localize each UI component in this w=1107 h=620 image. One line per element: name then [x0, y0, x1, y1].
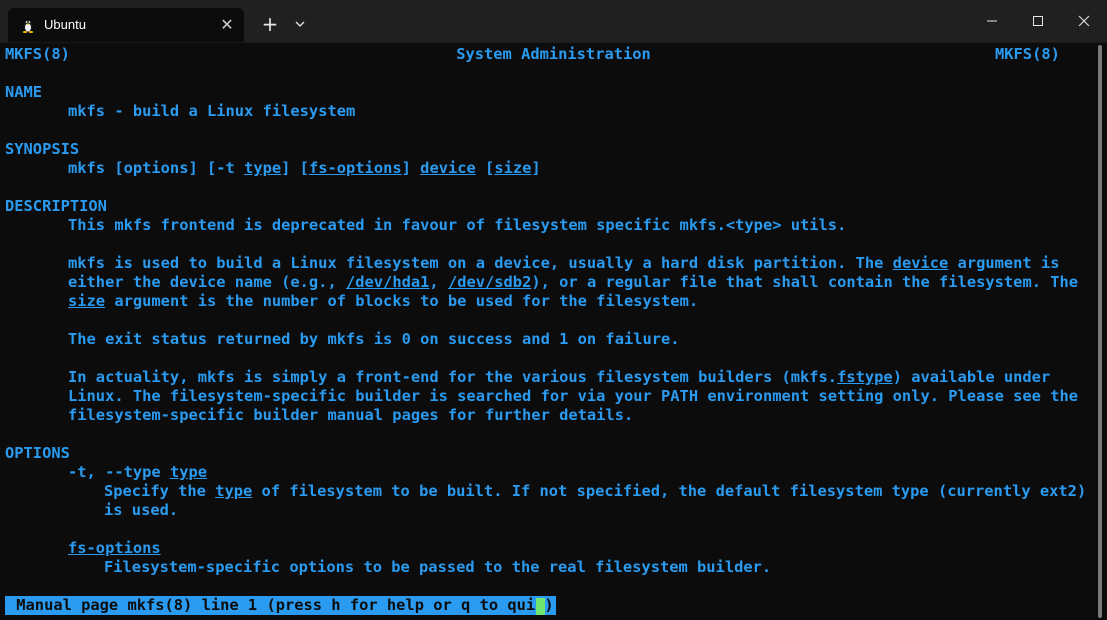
tab-close-button[interactable]: ✕ [216, 14, 238, 36]
description-p2-line2: either the device name (e.g., /dev/hda1,… [68, 273, 1079, 291]
vertical-scrollbar[interactable] [1093, 43, 1107, 620]
description-p2-line1: mkfs is used to build a Linux filesystem… [68, 254, 1060, 272]
description-p1: This mkfs frontend is deprecated in favo… [68, 216, 847, 234]
close-icon [1078, 15, 1090, 27]
linux-penguin-icon [22, 20, 34, 33]
option-type-flag: -t, --type type [68, 463, 208, 481]
section-heading-synopsis: SYNOPSIS [5, 140, 80, 158]
new-tab-button[interactable]: + [259, 13, 281, 35]
tab-title: Ubuntu [44, 17, 86, 32]
description-p2-line3: size argument is the number of blocks to… [68, 292, 699, 310]
option-type-desc-line1: Specify the type of filesystem to be bui… [104, 482, 1087, 500]
option-fs-options: fs-options [68, 539, 161, 557]
maximize-button[interactable] [1015, 0, 1061, 42]
section-heading-name: NAME [5, 83, 43, 101]
tab-dropdown-button[interactable] [290, 14, 310, 34]
scrollbar-thumb[interactable] [1098, 45, 1102, 618]
section-heading-description: DESCRIPTION [5, 197, 107, 215]
close-window-button[interactable] [1061, 0, 1107, 42]
chevron-down-icon [295, 21, 305, 27]
man-header-right: MKFS(8) [995, 45, 1060, 63]
option-fs-options-desc: Filesystem-specific options to be passed… [104, 558, 772, 576]
option-type-desc-line2: is used. [104, 501, 179, 519]
man-header-center: System Administration [456, 45, 651, 63]
terminal-pane[interactable]: MKFS(8) System Administration MKFS(8) NA… [0, 43, 1092, 620]
minimize-button[interactable] [969, 0, 1015, 42]
description-p3: The exit status returned by mkfs is 0 on… [68, 330, 680, 348]
description-p4-line1: In actuality, mkfs is simply a front-end… [68, 368, 1051, 386]
pager-status-bar: Manual page mkfs(8) line 1 (press h for … [5, 596, 556, 615]
minimize-icon [987, 20, 997, 22]
title-bar: Ubuntu ✕ + [0, 0, 1107, 43]
name-line: mkfs - build a Linux filesystem [68, 102, 356, 120]
tab-ubuntu[interactable]: Ubuntu ✕ [8, 8, 244, 42]
synopsis-line: mkfs [options] [-t type] [fs-options] de… [68, 159, 541, 177]
description-p4-line3: filesystem-specific builder manual pages… [68, 406, 634, 424]
section-heading-options: OPTIONS [5, 444, 70, 462]
maximize-icon [1033, 16, 1043, 26]
description-p4-line2: Linux. The filesystem-specific builder i… [68, 387, 1078, 405]
terminal-cursor [536, 598, 545, 615]
